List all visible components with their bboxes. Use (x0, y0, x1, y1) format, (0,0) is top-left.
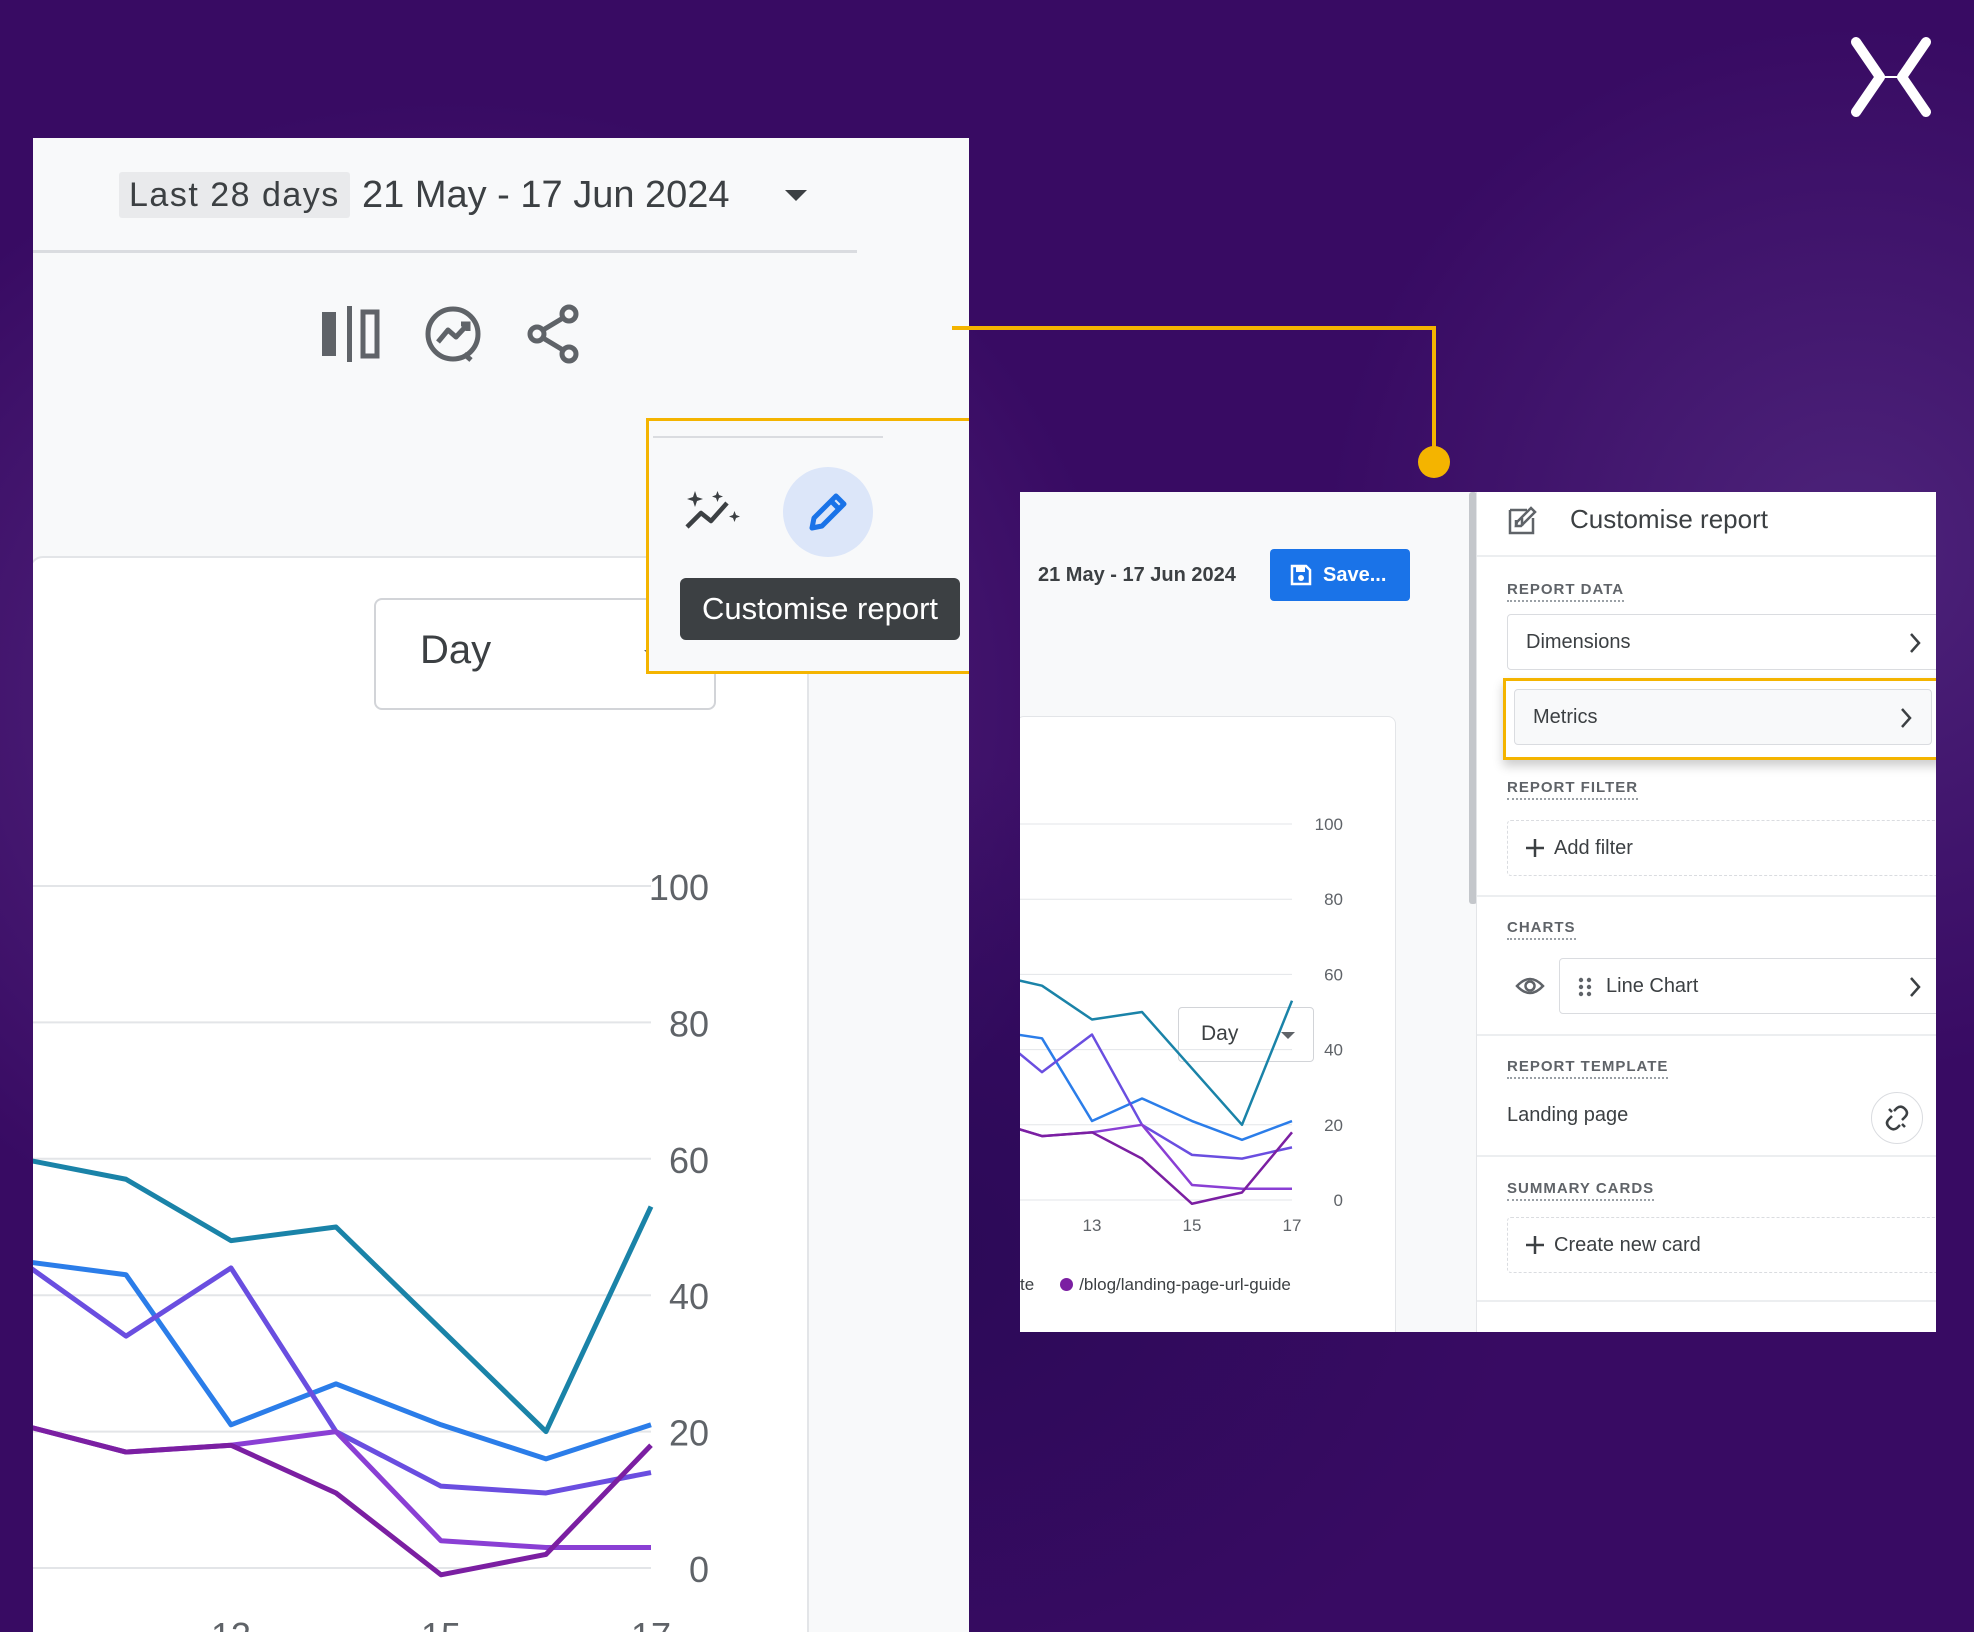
drag-handle-icon[interactable] (1578, 977, 1592, 997)
dimensions-label: Dimensions (1526, 631, 1631, 653)
section-report-filter: REPORT FILTER (1507, 779, 1639, 800)
y-tick-label: 20 (1324, 1116, 1343, 1135)
sidebar-divider (1477, 1034, 1936, 1036)
x-tick-label: 15 (1183, 1216, 1202, 1235)
rp-line-chart: 100 80 60 40 20 0 13 15 17 (1020, 815, 1343, 1235)
sidebar-title: Customise report (1570, 504, 1768, 534)
section-report-data: REPORT DATA (1507, 581, 1625, 602)
chevron-right-icon (1910, 977, 1921, 997)
chevron-right-icon (1910, 633, 1921, 653)
unlink-template-button[interactable] (1871, 1092, 1923, 1144)
x-tick-label: 13 (1083, 1216, 1102, 1235)
x-tick-label: 17 (1283, 1216, 1302, 1235)
y-tick-label: 60 (1324, 965, 1343, 984)
sidebar-divider (1477, 1300, 1936, 1302)
create-card-label: Create new card (1554, 1234, 1701, 1256)
legend-label[interactable]: /blog/landing-page-url-guide (1079, 1275, 1291, 1294)
report-editor-screenshot: 21 May - 17 Jun 2024 Save... Day 100 80 60… (1020, 492, 1936, 1332)
chevron-right-icon (1901, 708, 1912, 728)
line-chart-item[interactable]: Line Chart (1559, 958, 1936, 1014)
legend-prefix: te (1020, 1275, 1035, 1294)
add-filter-button[interactable]: Add filter (1507, 820, 1936, 876)
customise-report-sidebar: Customise report REPORT DATA Dimensions … (1476, 492, 1936, 1332)
sidebar-divider (1477, 555, 1936, 557)
unlink-icon (1885, 1105, 1909, 1131)
line-chart-label: Line Chart (1606, 975, 1699, 997)
metrics-label: Metrics (1533, 706, 1598, 728)
series-line[interactable] (1020, 1031, 1293, 1142)
section-charts: CHARTS (1507, 919, 1576, 940)
section-summary-cards: SUMMARY CARDS (1507, 1180, 1655, 1201)
plus-icon (1526, 839, 1544, 857)
eye-icon[interactable] (1515, 974, 1545, 998)
series-line[interactable] (1020, 1121, 1292, 1190)
metrics-item[interactable]: Metrics (1514, 689, 1932, 745)
dimensions-item[interactable]: Dimensions (1507, 614, 1936, 670)
template-value: Landing page (1507, 1104, 1629, 1126)
y-tick-label: 100 (1315, 815, 1343, 834)
sidebar-divider (1477, 895, 1936, 897)
create-card-button[interactable]: Create new card (1507, 1217, 1936, 1273)
y-tick-label: 0 (1334, 1191, 1343, 1210)
edit-report-icon (1508, 506, 1537, 535)
sidebar-divider (1477, 1155, 1936, 1157)
y-tick-label: 40 (1324, 1041, 1343, 1060)
legend-dot (1060, 1278, 1074, 1291)
section-report-template: REPORT TEMPLATE (1507, 1058, 1669, 1079)
add-filter-label: Add filter (1554, 837, 1633, 859)
chart-legend: te/blog/landing-page-url-guide (1020, 1275, 1291, 1295)
metrics-highlight: Metrics (1503, 678, 1936, 760)
plus-icon (1526, 1236, 1544, 1254)
y-tick-label: 80 (1324, 890, 1343, 909)
